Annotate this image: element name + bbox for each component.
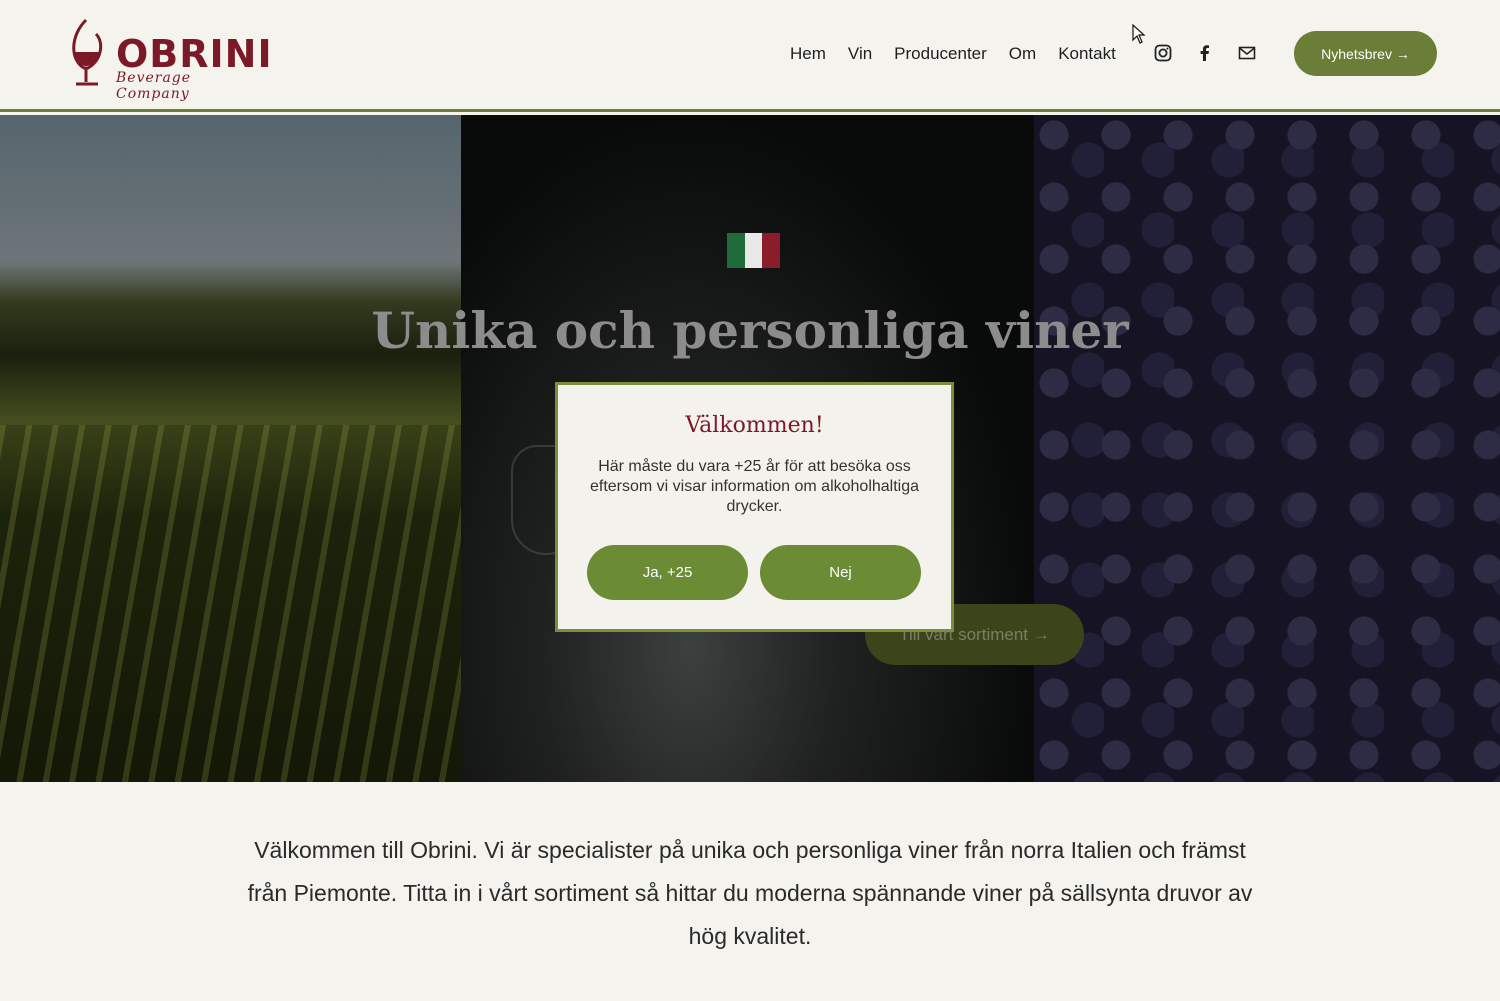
mail-icon[interactable] [1238, 44, 1256, 62]
site-header: OBRINI Beverage Company Hem Vin Producen… [0, 0, 1500, 112]
nav-item-om[interactable]: Om [1009, 44, 1036, 64]
instagram-icon[interactable] [1154, 44, 1172, 62]
newsletter-button[interactable]: Nyhetsbrev → [1294, 31, 1437, 76]
modal-title: Välkommen! [685, 413, 824, 438]
italian-flag-icon [727, 233, 781, 268]
wine-glass-icon [72, 18, 103, 86]
nav-item-hem[interactable]: Hem [790, 44, 826, 64]
mouse-cursor-icon [1132, 24, 1146, 44]
brand-logo[interactable]: OBRINI Beverage Company [66, 16, 272, 102]
intro-text: Välkommen till Obrini. Vi är specialiste… [247, 837, 1253, 949]
confirm-age-button[interactable]: Ja, +25 [587, 545, 748, 600]
main-nav: Hem Vin Producenter Om Kontakt [790, 44, 1116, 64]
modal-text: Här måste du vara +25 år för att besöka … [589, 458, 920, 515]
social-links [1154, 44, 1256, 62]
hero-title: Unika och personliga viner [371, 301, 1129, 360]
nav-item-producenter[interactable]: Producenter [894, 44, 987, 64]
age-verification-modal: Välkommen! Här måste du vara +25 år för … [555, 382, 954, 632]
deny-age-button[interactable]: Nej [760, 545, 921, 600]
brand-tagline: Beverage Company [116, 70, 192, 102]
nav-item-vin[interactable]: Vin [848, 44, 872, 64]
facebook-icon[interactable] [1196, 44, 1214, 62]
nav-item-kontakt[interactable]: Kontakt [1058, 44, 1116, 64]
